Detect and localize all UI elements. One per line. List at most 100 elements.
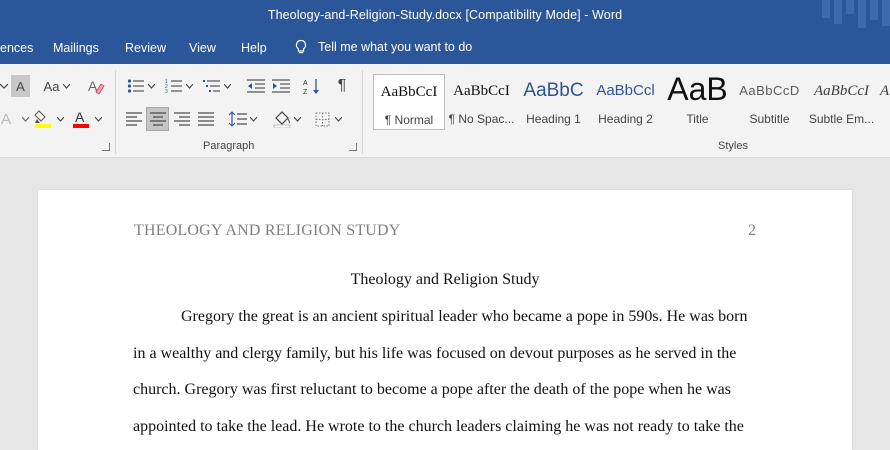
style-preview: AaBbCcI bbox=[380, 84, 438, 100]
font-color-button[interactable]: A bbox=[70, 107, 92, 131]
increase-indent-button[interactable] bbox=[271, 75, 291, 97]
pilcrow-icon: ¶ bbox=[337, 77, 347, 94]
highlighter-icon bbox=[34, 110, 51, 128]
tab-review[interactable]: Review bbox=[125, 41, 166, 55]
align-left-icon bbox=[126, 112, 142, 126]
chevron-down-icon bbox=[21, 116, 29, 122]
style-subtitle[interactable]: AaBbCcD Subtitle bbox=[734, 74, 805, 126]
decrease-indent-icon bbox=[247, 79, 265, 93]
numbering-icon: 1 2 3 bbox=[165, 79, 182, 94]
title-bar: Theology-and-Religion-Study.docx [Compat… bbox=[0, 0, 890, 32]
style-name: ¶ Normal bbox=[384, 113, 434, 127]
font-dialog-launcher[interactable] bbox=[102, 143, 110, 151]
shrink-font-icon: A bbox=[16, 78, 25, 94]
line-spacing-button[interactable] bbox=[226, 108, 260, 130]
document-title: Theology and Religion Study bbox=[350, 271, 540, 288]
numbering-button[interactable]: 1 2 3 bbox=[163, 75, 195, 97]
sort-button[interactable]: A Z bbox=[302, 75, 322, 97]
style-preview: AaBbCcD bbox=[739, 83, 800, 98]
group-separator bbox=[115, 70, 116, 154]
chevron-down-icon bbox=[294, 116, 301, 122]
ribbon-tabs: ences Mailings Review View Help Tell me … bbox=[0, 32, 890, 64]
highlight-color-button[interactable] bbox=[32, 107, 54, 131]
justify-button[interactable] bbox=[197, 108, 215, 130]
clear-formatting-button[interactable]: A bbox=[86, 75, 106, 97]
clear-formatting-icon: A bbox=[88, 78, 105, 95]
running-header: THEOLOGY AND RELIGION STUDY bbox=[134, 222, 401, 239]
chevron-down-icon bbox=[250, 116, 257, 122]
style-subtle-emphasis[interactable]: AaBbCcI Subtle Em... bbox=[806, 74, 877, 126]
style-preview: AaBbCcl bbox=[596, 82, 655, 99]
style-name: ¶ No Spac... bbox=[448, 112, 515, 126]
document-page[interactable]: THEOLOGY AND RELIGION STUDY 2 Theology a… bbox=[38, 190, 852, 450]
style-preview: AaBbCcI bbox=[814, 83, 869, 99]
tab-references[interactable]: ences bbox=[0, 41, 33, 55]
title-bar-pattern bbox=[822, 0, 890, 28]
svg-text:3: 3 bbox=[165, 89, 168, 94]
style-no-spacing[interactable]: AaBbCcI ¶ No Spac... bbox=[446, 74, 517, 126]
font-color-dropdown[interactable] bbox=[93, 108, 103, 130]
style-heading-1[interactable]: AaBbC Heading 1 bbox=[518, 74, 589, 126]
style-normal[interactable]: AaBbCcI ¶ Normal bbox=[373, 74, 445, 130]
svg-text:A: A bbox=[75, 109, 85, 125]
align-left-button[interactable] bbox=[125, 108, 143, 130]
ribbon: A Aa A A A 1 2 3 A Z ¶ Paragraph AaBbCcI… bbox=[0, 64, 890, 158]
shading-button[interactable] bbox=[271, 108, 303, 130]
chevron-down-icon bbox=[148, 83, 155, 89]
style-title[interactable]: AaB Title bbox=[662, 74, 733, 126]
decrease-indent-button[interactable] bbox=[246, 75, 266, 97]
paragraph-line: Gregory the great is an ancient spiritua… bbox=[181, 308, 748, 325]
style-preview: A bbox=[880, 83, 890, 99]
show-formatting-marks-button[interactable]: ¶ bbox=[333, 75, 351, 97]
multilevel-list-button[interactable] bbox=[201, 75, 233, 97]
sort-icon: A Z bbox=[303, 79, 319, 95]
text-effects-dropdown[interactable] bbox=[18, 108, 32, 130]
tab-view[interactable]: View bbox=[189, 41, 216, 55]
change-case-button[interactable]: Aa bbox=[40, 75, 74, 97]
tab-help[interactable]: Help bbox=[241, 41, 267, 55]
tell-me-search[interactable]: Tell me what you want to do bbox=[294, 39, 472, 55]
style-preview: AaBbCcI bbox=[453, 83, 510, 99]
text-effects-button[interactable]: A bbox=[0, 108, 12, 130]
chevron-down-icon bbox=[334, 116, 342, 122]
chevron-down-icon bbox=[56, 116, 64, 122]
align-right-button[interactable] bbox=[173, 108, 191, 130]
text-effects-icon: A bbox=[0, 110, 11, 128]
style-preview: AaB bbox=[667, 74, 728, 104]
paragraph-line: appointed to take the lead. He wrote to … bbox=[133, 418, 744, 435]
borders-button[interactable] bbox=[312, 108, 344, 130]
paragraph-group-label: Paragraph bbox=[203, 140, 255, 152]
multilevel-list-icon bbox=[203, 80, 220, 92]
paragraph-line: in a wealthy and clergy family, but his … bbox=[133, 345, 737, 362]
styles-group-label: Styles bbox=[718, 140, 748, 152]
align-center-icon bbox=[149, 112, 166, 126]
tab-mailings[interactable]: Mailings bbox=[53, 41, 99, 55]
tell-me-label: Tell me what you want to do bbox=[318, 40, 473, 54]
style-name: Heading 1 bbox=[526, 112, 581, 126]
align-center-button[interactable] bbox=[146, 107, 169, 131]
font-size-dropdown-arrow[interactable] bbox=[0, 77, 8, 95]
shrink-font-button[interactable]: A bbox=[11, 75, 30, 97]
style-emphasis[interactable]: A bbox=[874, 74, 890, 126]
chevron-down-icon bbox=[63, 83, 71, 89]
svg-text:A: A bbox=[303, 80, 308, 87]
paint-bucket-icon bbox=[273, 111, 291, 128]
group-separator bbox=[362, 70, 363, 154]
chevron-down-icon bbox=[224, 83, 231, 89]
chevron-down-icon bbox=[94, 116, 102, 122]
bullets-button[interactable] bbox=[125, 75, 157, 97]
style-heading-2[interactable]: AaBbCcl Heading 2 bbox=[590, 74, 661, 126]
chevron-down-icon bbox=[186, 83, 193, 89]
highlight-color-dropdown[interactable] bbox=[55, 108, 65, 130]
align-right-icon bbox=[174, 112, 190, 126]
style-name: Heading 2 bbox=[598, 112, 653, 126]
increase-indent-icon bbox=[272, 79, 290, 93]
window-title: Theology-and-Religion-Study.docx [Compat… bbox=[267, 8, 623, 22]
style-name: Subtitle bbox=[749, 112, 790, 126]
paragraph-line: church. Gregory was first reluctant to b… bbox=[133, 381, 731, 398]
borders-icon bbox=[315, 112, 329, 126]
paragraph-dialog-launcher[interactable] bbox=[349, 143, 357, 151]
style-name: Title bbox=[686, 112, 709, 126]
style-preview: AaBbC bbox=[523, 80, 584, 101]
justify-icon bbox=[198, 112, 214, 126]
